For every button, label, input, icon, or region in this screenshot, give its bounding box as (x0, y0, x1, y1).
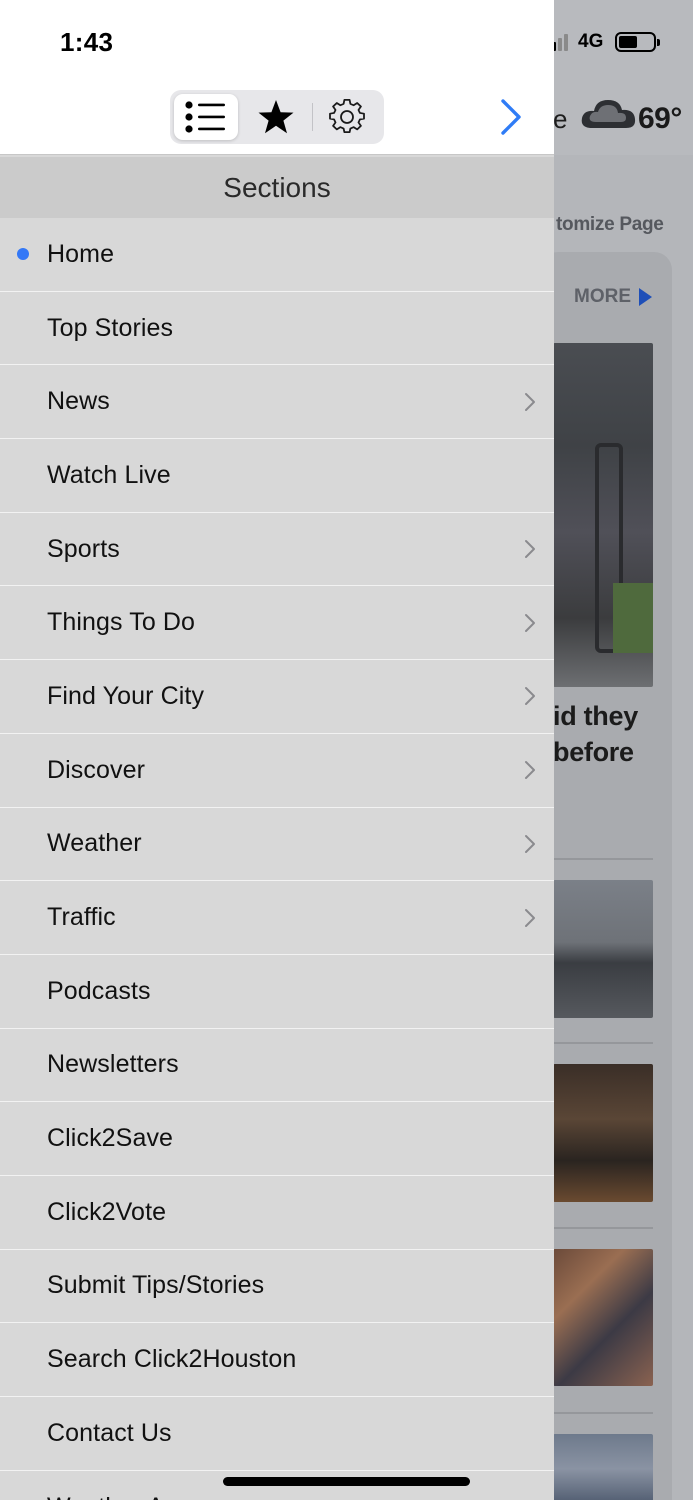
headline-line-1: id they (553, 701, 638, 731)
sidebar-item-watch-live[interactable]: Watch Live (0, 439, 554, 513)
sidebar-item-label: Weather A (47, 1493, 164, 1500)
segment-separator (312, 103, 313, 131)
divider (553, 1042, 653, 1044)
tab-sections[interactable] (174, 94, 238, 140)
gear-icon (329, 99, 365, 134)
menu-header: 1:43 (0, 0, 554, 155)
customize-page-link[interactable]: tomize Page (556, 214, 664, 236)
status-time: 1:43 (60, 27, 114, 57)
play-arrow-icon (639, 288, 652, 306)
battery-icon (615, 32, 661, 52)
chevron-right-icon (525, 687, 535, 706)
sidebar-item-news[interactable]: News (0, 365, 554, 440)
story-thumbnail[interactable] (553, 1249, 653, 1386)
sidebar-item-things-to-do[interactable]: Things To Do (0, 586, 554, 661)
sidebar-item-label: Sports (47, 534, 120, 563)
sidebar-item-click2save[interactable]: Click2Save (0, 1102, 554, 1176)
tab-favorites[interactable] (242, 94, 310, 140)
sidebar-item-newsletters[interactable]: Newsletters (0, 1029, 554, 1103)
chevron-right-icon (525, 540, 535, 559)
sidebar-item-traffic[interactable]: Traffic (0, 881, 554, 955)
sidebar-item-top-stories[interactable]: Top Stories (0, 292, 554, 366)
sidebar-item-label: Contact Us (47, 1418, 172, 1447)
sidebar-item-label: Top Stories (47, 313, 174, 342)
sidebar-item-label: Weather (47, 829, 142, 858)
story-thumbnail[interactable] (553, 1064, 653, 1202)
sidebar-item-label: Things To Do (47, 608, 196, 637)
tab-settings[interactable] (314, 94, 380, 140)
sidebar-item-label: Submit Tips/Stories (47, 1271, 265, 1300)
sidebar-item-label: Watch Live (47, 460, 171, 489)
chevron-right-icon (525, 761, 535, 780)
list-icon (185, 101, 225, 133)
sidebar-item-label: Traffic (47, 903, 116, 932)
sidebar-item-label: Click2Save (47, 1124, 174, 1153)
sidebar-item-click2vote[interactable]: Click2Vote (0, 1176, 554, 1250)
chevron-right-icon (525, 392, 535, 411)
active-indicator-dot (17, 248, 29, 261)
sidebar-item-contact-us[interactable]: Contact Us (0, 1397, 554, 1471)
chevron-right-icon (525, 613, 535, 632)
sidebar-item-label: Search Click2Houston (47, 1345, 297, 1374)
sidebar-item-podcasts[interactable]: Podcasts (0, 955, 554, 1029)
star-icon (258, 100, 294, 134)
story-thumbnail[interactable] (553, 880, 653, 1018)
network-type: 4G (578, 31, 604, 52)
divider (553, 1412, 653, 1414)
chevron-right-icon (525, 834, 535, 853)
chevron-right-icon (525, 908, 535, 927)
story-thumbnail[interactable] (553, 1434, 653, 1500)
divider (553, 1227, 653, 1229)
sections-list: Home Top Stories News Watch Live Sports Thing… (0, 218, 554, 1500)
home-indicator[interactable] (223, 1477, 470, 1486)
sidebar-item-discover[interactable]: Discover (0, 734, 554, 808)
sidebar-item-search-click2houston[interactable]: Search Click2Houston (0, 1323, 554, 1397)
sidebar-item-label: Discover (47, 755, 146, 784)
sidebar-item-find-your-city[interactable]: Find Your City (0, 660, 554, 734)
menu-segmented-control (170, 90, 384, 144)
story-image[interactable] (553, 343, 653, 687)
temperature-label[interactable]: 69° (638, 102, 682, 136)
cloud-icon (581, 100, 636, 128)
sidebar-item-label: News (47, 387, 110, 416)
status-indicators: 4G (546, 30, 661, 54)
more-link[interactable]: MORE (574, 286, 652, 308)
sidebar-item-label: Newsletters (47, 1050, 179, 1079)
sidebar-item-sports[interactable]: Sports (0, 513, 554, 587)
headline-line-2: before (553, 737, 634, 767)
side-menu-drawer: 1:43 Sections Home Top Stories News Watc… (0, 0, 554, 1500)
sidebar-item-label: Home (47, 239, 115, 268)
background-header-text: e (553, 104, 568, 134)
sidebar-item-weather[interactable]: Weather (0, 808, 554, 882)
sidebar-item-submit-tips-stories[interactable]: Submit Tips/Stories (0, 1250, 554, 1324)
divider (553, 858, 653, 860)
sidebar-item-label: Podcasts (47, 976, 151, 1005)
more-label: MORE (574, 286, 631, 307)
sidebar-item-label: Find Your City (47, 681, 205, 710)
story-headline[interactable]: id they before (553, 698, 638, 770)
sidebar-item-label: Click2Vote (47, 1197, 167, 1226)
chevron-right-icon[interactable] (496, 96, 526, 138)
sidebar-item-home[interactable]: Home (0, 218, 554, 292)
sections-header: Sections (0, 157, 554, 218)
